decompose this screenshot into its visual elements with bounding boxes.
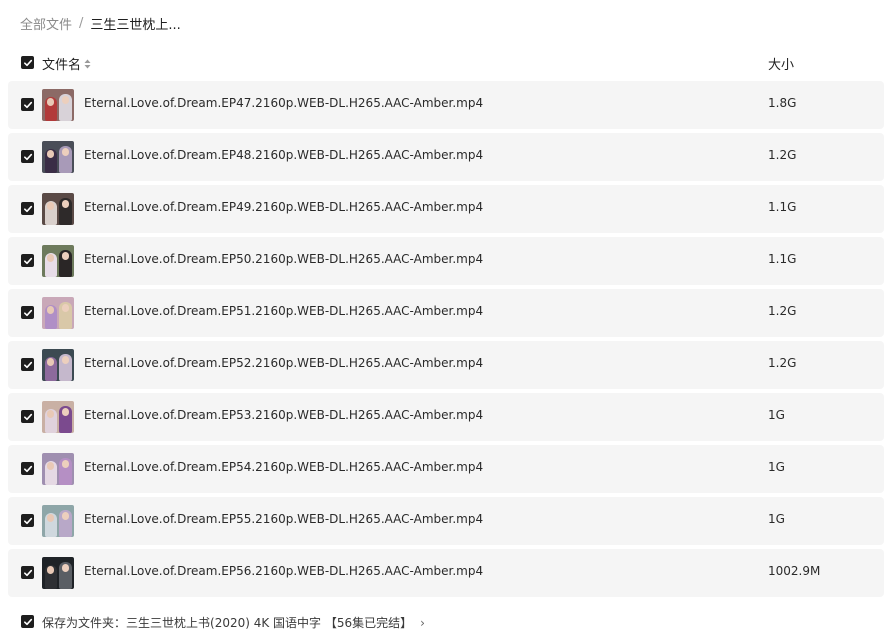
list-header: 文件名 大小 xyxy=(0,50,884,76)
file-size: 1.8G xyxy=(768,96,797,110)
check-icon xyxy=(23,569,32,576)
file-checkbox[interactable] xyxy=(21,514,34,527)
file-name: Eternal.Love.of.Dream.EP47.2160p.WEB-DL.… xyxy=(84,96,484,110)
file-size: 1002.9M xyxy=(768,564,821,578)
file-size: 1.2G xyxy=(768,356,797,370)
video-thumbnail xyxy=(42,557,74,589)
video-thumbnail xyxy=(42,349,74,381)
file-name: Eternal.Love.of.Dream.EP52.2160p.WEB-DL.… xyxy=(84,356,484,370)
file-row[interactable]: Eternal.Love.of.Dream.EP52.2160p.WEB-DL.… xyxy=(8,341,884,389)
column-header-name[interactable]: 文件名 xyxy=(42,54,91,73)
video-thumbnail xyxy=(42,245,74,277)
file-name: Eternal.Love.of.Dream.EP55.2160p.WEB-DL.… xyxy=(84,512,484,526)
save-as-folder-prefix: 保存为文件夹： xyxy=(42,616,127,630)
chevron-right-icon[interactable]: › xyxy=(420,616,425,630)
file-row[interactable]: Eternal.Love.of.Dream.EP48.2160p.WEB-DL.… xyxy=(8,133,884,181)
save-folder-name: 三生三世枕上书(2020) 4K 国语中字 【56集已完结】 xyxy=(126,616,413,630)
check-icon xyxy=(23,361,32,368)
file-row[interactable]: Eternal.Love.of.Dream.EP49.2160p.WEB-DL.… xyxy=(8,185,884,233)
file-size: 1G xyxy=(768,460,785,474)
video-thumbnail xyxy=(42,401,74,433)
file-size: 1G xyxy=(768,408,785,422)
breadcrumb-root-link[interactable]: 全部文件 xyxy=(20,14,72,33)
select-all-checkbox[interactable] xyxy=(21,56,34,69)
check-icon xyxy=(23,59,32,66)
file-name: Eternal.Love.of.Dream.EP54.2160p.WEB-DL.… xyxy=(84,460,484,474)
file-checkbox[interactable] xyxy=(21,462,34,475)
file-checkbox[interactable] xyxy=(21,566,34,579)
file-row[interactable]: Eternal.Love.of.Dream.EP50.2160p.WEB-DL.… xyxy=(8,237,884,285)
file-checkbox[interactable] xyxy=(21,202,34,215)
file-checkbox[interactable] xyxy=(21,254,34,267)
file-checkbox[interactable] xyxy=(21,410,34,423)
file-name: Eternal.Love.of.Dream.EP56.2160p.WEB-DL.… xyxy=(84,564,484,578)
file-row[interactable]: Eternal.Love.of.Dream.EP56.2160p.WEB-DL.… xyxy=(8,549,884,597)
check-icon xyxy=(23,257,32,264)
file-checkbox[interactable] xyxy=(21,358,34,371)
sort-icon[interactable] xyxy=(84,59,91,69)
file-size: 1.2G xyxy=(768,148,797,162)
check-icon xyxy=(23,465,32,472)
check-icon xyxy=(23,153,32,160)
file-list: Eternal.Love.of.Dream.EP47.2160p.WEB-DL.… xyxy=(8,81,884,601)
breadcrumb: 全部文件 / 三生三世枕上... xyxy=(20,12,181,34)
check-icon xyxy=(23,205,32,212)
video-thumbnail xyxy=(42,505,74,537)
save-as-folder-label[interactable]: 保存为文件夹：三生三世枕上书(2020) 4K 国语中字 【56集已完结】 › xyxy=(42,614,425,631)
file-checkbox[interactable] xyxy=(21,306,34,319)
column-header-name-label: 文件名 xyxy=(42,58,82,73)
file-name: Eternal.Love.of.Dream.EP49.2160p.WEB-DL.… xyxy=(84,200,484,214)
video-thumbnail xyxy=(42,193,74,225)
file-name: Eternal.Love.of.Dream.EP53.2160p.WEB-DL.… xyxy=(84,408,484,422)
file-name: Eternal.Love.of.Dream.EP51.2160p.WEB-DL.… xyxy=(84,304,484,318)
save-as-folder-checkbox[interactable] xyxy=(21,615,34,628)
video-thumbnail xyxy=(42,453,74,485)
check-icon xyxy=(23,101,32,108)
file-size: 1.2G xyxy=(768,304,797,318)
file-size: 1.1G xyxy=(768,252,797,266)
file-row[interactable]: Eternal.Love.of.Dream.EP51.2160p.WEB-DL.… xyxy=(8,289,884,337)
file-checkbox[interactable] xyxy=(21,150,34,163)
breadcrumb-current: 三生三世枕上... xyxy=(90,17,181,33)
column-header-size[interactable]: 大小 xyxy=(768,54,794,73)
check-icon xyxy=(23,618,32,625)
file-checkbox[interactable] xyxy=(21,98,34,111)
file-row[interactable]: Eternal.Love.of.Dream.EP47.2160p.WEB-DL.… xyxy=(8,81,884,129)
file-row[interactable]: Eternal.Love.of.Dream.EP53.2160p.WEB-DL.… xyxy=(8,393,884,441)
video-thumbnail xyxy=(42,297,74,329)
file-row[interactable]: Eternal.Love.of.Dream.EP55.2160p.WEB-DL.… xyxy=(8,497,884,545)
check-icon xyxy=(23,413,32,420)
video-thumbnail xyxy=(42,89,74,121)
file-row[interactable]: Eternal.Love.of.Dream.EP54.2160p.WEB-DL.… xyxy=(8,445,884,493)
video-thumbnail xyxy=(42,141,74,173)
file-size: 1G xyxy=(768,512,785,526)
check-icon xyxy=(23,309,32,316)
breadcrumb-separator: / xyxy=(79,15,84,31)
check-icon xyxy=(23,517,32,524)
save-folder-row: 保存为文件夹：三生三世枕上书(2020) 4K 国语中字 【56集已完结】 › xyxy=(0,610,884,632)
file-name: Eternal.Love.of.Dream.EP48.2160p.WEB-DL.… xyxy=(84,148,484,162)
file-save-dialog: 全部文件 / 三生三世枕上... 文件名 大小 Eternal.Love.of.… xyxy=(0,0,884,633)
file-size: 1.1G xyxy=(768,200,797,214)
file-name: Eternal.Love.of.Dream.EP50.2160p.WEB-DL.… xyxy=(84,252,484,266)
